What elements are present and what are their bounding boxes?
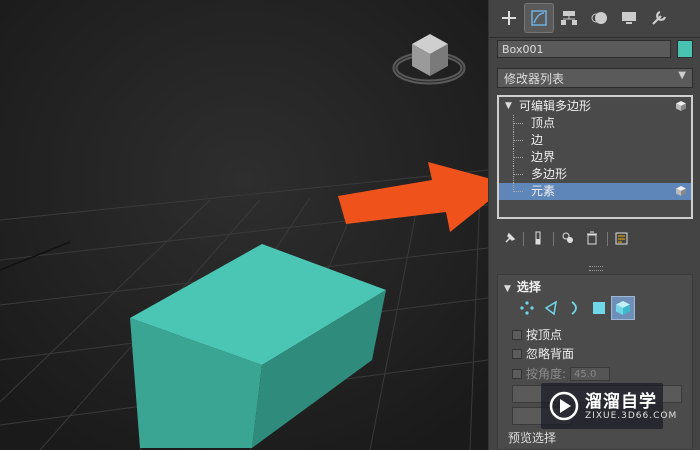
ignore-backfacing-checkbox[interactable] [512,349,522,359]
stack-item-label: 边界 [531,150,556,164]
border-mode-button[interactable] [564,297,586,319]
tab-utilities[interactable] [645,4,673,32]
stack-item-polygon[interactable]: 多边形 [499,166,691,183]
stack-item-label: 可编辑多边形 [519,99,592,113]
tab-display[interactable] [615,4,643,32]
chevron-down-icon: ▼ [678,70,686,81]
angle-spinner[interactable]: 45.0 [570,367,611,381]
panel-divider-grip[interactable] [589,266,603,271]
modifier-list-dropdown[interactable]: 修改器列表 ▼ [497,68,693,88]
tab-hierarchy[interactable] [555,4,583,32]
stack-item-edge[interactable]: 边 [499,132,691,149]
show-end-result-button[interactable] [529,228,547,248]
stack-item-element[interactable]: 元素 [499,183,691,200]
show-end-result-icon [535,231,541,245]
pin-icon [505,232,516,243]
object-name-input[interactable] [497,40,671,58]
by-vertex-checkbox[interactable] [512,330,522,340]
edge-mode-button[interactable] [540,297,562,319]
stack-item-label: 边 [531,133,544,147]
viewport-perspective[interactable] [0,0,488,450]
watermark-text: 溜溜自学 [585,392,657,412]
cube-icon [676,186,686,196]
object-color-swatch[interactable] [677,40,693,58]
preview-selection-label: 预览选择 [508,431,557,445]
configure-modifier-sets-button[interactable] [613,228,631,248]
modify-icon [531,10,547,26]
remove-modifier-button[interactable] [583,228,601,248]
by-vertex-label: 按顶点 [526,328,563,342]
tab-create[interactable] [495,4,523,32]
subobject-mode-buttons [516,296,635,321]
make-unique-button[interactable] [559,228,577,248]
utilities-wrench-icon [652,10,667,25]
object-name-row [497,40,693,60]
viewport-canvas [0,0,488,450]
by-angle-label: 按角度: [526,367,567,381]
polygon-icon [593,302,605,314]
motion-icon [591,12,607,24]
stack-toolbar [497,228,693,250]
selection-rollout-header[interactable]: ▼ 选择 [504,278,541,295]
stack-item-label: 顶点 [531,116,556,130]
element-mode-button[interactable] [611,296,635,320]
element-cube-icon [616,301,630,315]
edge-icon [544,300,558,316]
border-icon [571,301,577,315]
pin-stack-button[interactable] [501,228,519,248]
trash-icon [587,231,597,245]
polygon-mode-button[interactable] [588,297,610,319]
vertex-mode-button[interactable] [516,297,538,319]
stack-item-label: 多边形 [531,167,568,181]
configure-icon [615,232,628,245]
command-panel-tabs [489,0,700,38]
collapse-triangle-icon: ▼ [504,284,511,294]
display-icon [622,12,636,24]
stack-item-vertex[interactable]: 顶点 [499,115,691,132]
stack-item-border[interactable]: 边界 [499,149,691,166]
stack-item-label: 元素 [531,184,556,198]
by-angle-option[interactable]: 按角度: 45.0 [512,366,611,382]
hierarchy-icon [561,11,577,25]
plus-create-icon [502,11,516,25]
stack-item-editable-poly[interactable]: ▼ 可编辑多边形 [499,98,691,115]
cube-icon [676,101,686,111]
selection-rollout-title: 选择 [516,280,541,294]
command-panel: 修改器列表 ▼ ▼ 可编辑多边形 顶点 边 边界 多边形 元素 [488,0,700,450]
make-unique-icon [562,232,573,243]
by-vertex-option[interactable]: 按顶点 [512,327,562,343]
watermark-url: ZIXUE.3D66.COM [585,411,678,421]
modifier-stack: ▼ 可编辑多边形 顶点 边 边界 多边形 元素 [497,95,693,219]
ignore-backfacing-option[interactable]: 忽略背面 [512,346,574,362]
tab-motion[interactable] [585,4,613,32]
tab-modify[interactable] [524,3,554,33]
modifier-list-label: 修改器列表 [504,72,565,86]
by-angle-checkbox[interactable] [512,369,522,379]
expand-triangle-icon: ▼ [505,101,512,111]
watermark-badge: 溜溜自学 ZIXUE.3D66.COM [541,383,676,429]
vertex-icon [520,301,534,315]
watermark-logo-icon [549,391,579,421]
ignore-backfacing-label: 忽略背面 [526,347,575,361]
